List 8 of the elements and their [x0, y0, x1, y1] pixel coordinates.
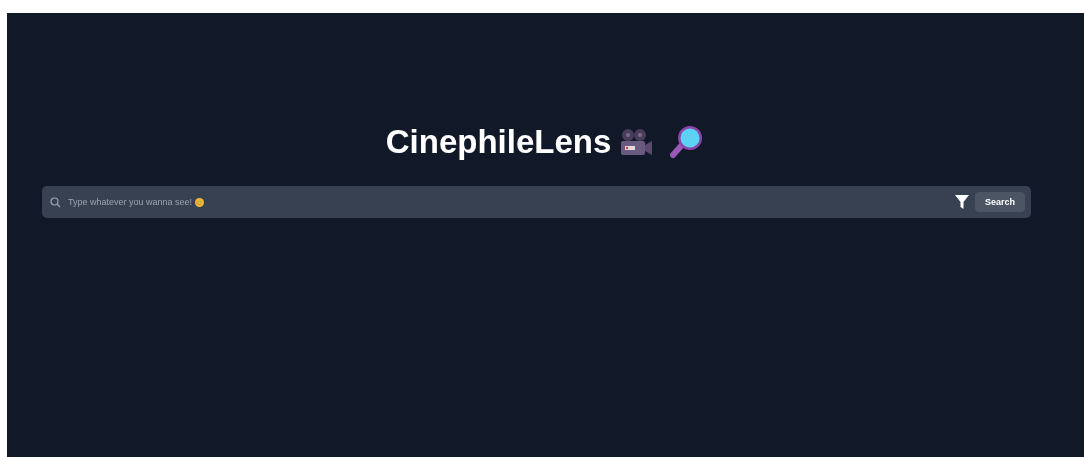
search-icon [50, 196, 61, 208]
search-bar[interactable]: Type whatever you wanna see! Search [42, 186, 1031, 218]
movie-camera-icon [619, 127, 654, 157]
search-input[interactable]: Type whatever you wanna see! [65, 197, 196, 207]
search-button[interactable]: Search [974, 192, 1025, 212]
smirking-face-icon [195, 197, 205, 207]
app-title: CinephileLens [385, 123, 612, 161]
filter-icon[interactable] [954, 195, 969, 209]
